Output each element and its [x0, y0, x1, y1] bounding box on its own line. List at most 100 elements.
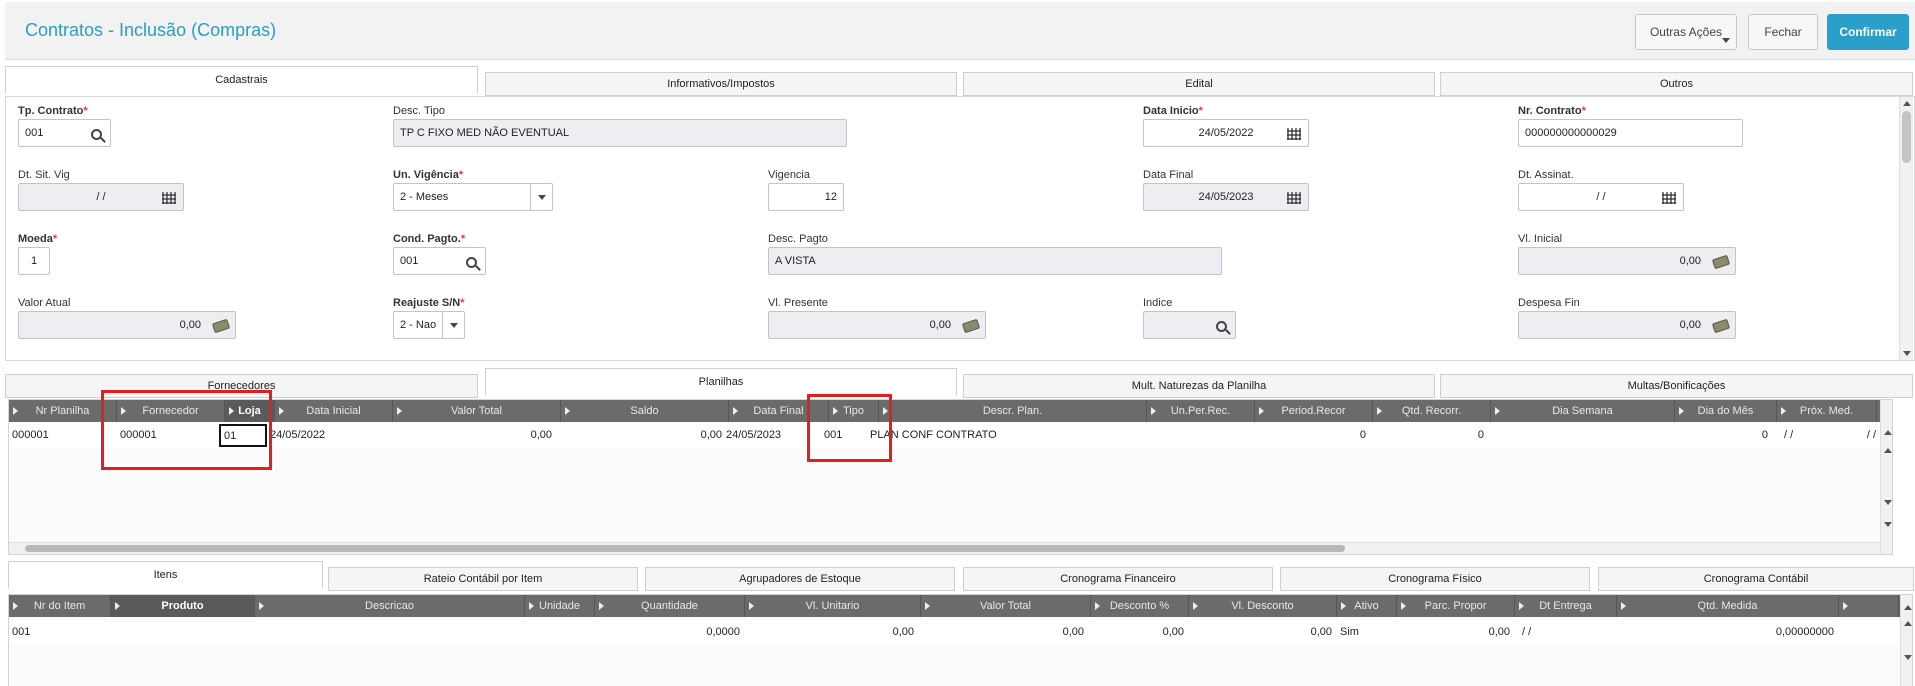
tab-planilhas[interactable]: Planilhas: [485, 368, 957, 396]
tab-itens[interactable]: Itens: [8, 561, 323, 589]
scroll-up-icon[interactable]: [1903, 101, 1911, 106]
itens-vscrollbar[interactable]: [1900, 595, 1912, 686]
scroll-up-icon[interactable]: [1884, 448, 1892, 453]
cell-produto[interactable]: [111, 619, 255, 645]
data-inicio-input[interactable]: 24/05/2022: [1143, 119, 1309, 147]
outras-acoes-button[interactable]: Outras Ações: [1635, 14, 1737, 50]
col-parc-propor[interactable]: Parc. Propor: [1397, 595, 1515, 617]
col-descr-plan[interactable]: Descr. Plan.: [879, 400, 1147, 422]
cell-parc-propor[interactable]: 0,00: [1397, 619, 1513, 645]
cell-qtd-medida[interactable]: 0,00000000: [1617, 619, 1837, 645]
col-dia-semana[interactable]: Dia Semana: [1491, 400, 1675, 422]
scroll-up-icon[interactable]: [1904, 621, 1912, 626]
col-valor-total[interactable]: Valor Total: [393, 400, 561, 422]
tab-informativos-impostos[interactable]: Informativos/Impostos: [485, 72, 957, 96]
col-ativo[interactable]: Ativo: [1337, 595, 1397, 617]
col-extra[interactable]: [1839, 595, 1899, 617]
tab-edital[interactable]: Edital: [963, 72, 1435, 96]
tab-agrupadores-estoque[interactable]: Agrupadores de Estoque: [645, 567, 955, 591]
col-vl-desconto[interactable]: Vl. Desconto: [1189, 595, 1337, 617]
tab-rateio-contabil[interactable]: Rateio Contábil por Item: [328, 567, 638, 591]
table-row[interactable]: 001 0,0000 0,00 0,00 0,00 0,00 Sim 0,00 …: [9, 619, 1912, 645]
chevron-down-icon[interactable]: [442, 312, 464, 338]
col-data-inicial[interactable]: Data Inicial: [275, 400, 393, 422]
search-icon[interactable]: [463, 254, 479, 270]
cell-un-per-rec[interactable]: [1147, 422, 1251, 448]
col-prox-med[interactable]: Próx. Med.: [1777, 400, 1877, 422]
cell-extra[interactable]: / /: [1829, 422, 1879, 448]
col-qtd-recorr[interactable]: Qtd. Recorr.: [1373, 400, 1491, 422]
tab-mult-naturezas[interactable]: Mult. Naturezas da Planilha: [963, 374, 1435, 398]
cell-period-recor[interactable]: 0: [1255, 422, 1369, 448]
table-row[interactable]: 000001 000001 01 24/05/2022 0,00 0,00 24…: [9, 422, 1892, 448]
calendar-icon[interactable]: [1286, 126, 1302, 142]
search-icon[interactable]: [1213, 318, 1229, 334]
cell-quantidade[interactable]: 0,0000: [595, 619, 743, 645]
calendar-icon[interactable]: [1286, 190, 1302, 206]
tab-cadastrais[interactable]: Cadastrais: [5, 66, 478, 94]
col-qtd-medida[interactable]: Qtd. Medida: [1617, 595, 1839, 617]
dt-assinat-input[interactable]: / /: [1518, 183, 1684, 211]
col-descricao[interactable]: Descricao: [255, 595, 525, 617]
col-un-per-rec[interactable]: Un.Per.Rec.: [1147, 400, 1255, 422]
scroll-up-icon[interactable]: [1904, 605, 1912, 610]
cell-saldo[interactable]: 0,00: [561, 422, 725, 448]
col-produto[interactable]: Produto: [111, 595, 255, 617]
cell-dt-entrega[interactable]: / /: [1519, 619, 1615, 645]
tab-cronograma-fisico[interactable]: Cronograma Físico: [1280, 567, 1590, 591]
moeda-input[interactable]: 1: [18, 247, 50, 275]
cell-descricao[interactable]: [255, 619, 525, 645]
nr-contrato-input[interactable]: 000000000000029: [1518, 119, 1743, 147]
tab-cronograma-financeiro[interactable]: Cronograma Financeiro: [963, 567, 1273, 591]
scroll-down-icon[interactable]: [1884, 500, 1892, 505]
confirmar-button[interactable]: Confirmar: [1827, 14, 1909, 50]
col-vl-unitario[interactable]: Vl. Unitario: [745, 595, 921, 617]
cond-pagto-input[interactable]: 001: [393, 247, 486, 275]
tab-outros[interactable]: Outros: [1440, 72, 1913, 96]
form-scrollbar[interactable]: [1899, 97, 1913, 360]
col-quantidade[interactable]: Quantidade: [595, 595, 745, 617]
money-icon[interactable]: [211, 318, 231, 334]
cell-descr-plan[interactable]: PLAN CONF CONTRATO: [867, 422, 1135, 448]
money-icon[interactable]: [1711, 254, 1731, 270]
vigencia-input[interactable]: 12: [768, 183, 844, 211]
tab-cronograma-contabil[interactable]: Cronograma Contábil: [1598, 567, 1914, 591]
scroll-down-icon[interactable]: [1903, 351, 1911, 356]
cell-vl-desconto[interactable]: 0,00: [1189, 619, 1335, 645]
chevron-down-icon[interactable]: [530, 184, 552, 210]
scroll-down-icon[interactable]: [1904, 655, 1912, 660]
un-vigencia-select[interactable]: 2 - Meses: [393, 183, 553, 211]
cell-data-inicial[interactable]: 24/05/2022: [267, 422, 385, 448]
cell-unidade[interactable]: [525, 619, 595, 645]
hscroll-thumb[interactable]: [25, 545, 1345, 552]
scroll-up-icon[interactable]: [1884, 430, 1892, 435]
planilhas-vscrollbar[interactable]: [1880, 400, 1892, 554]
money-icon[interactable]: [961, 318, 981, 334]
cell-nr-do-item[interactable]: 001: [9, 619, 109, 645]
calendar-icon[interactable]: [161, 190, 177, 206]
col-saldo[interactable]: Saldo: [561, 400, 729, 422]
planilhas-hscrollbar[interactable]: [9, 542, 1880, 554]
scroll-thumb[interactable]: [1902, 111, 1911, 163]
scroll-down-icon[interactable]: [1884, 522, 1892, 527]
tab-multas-bonificacoes[interactable]: Multas/Bonificações: [1440, 374, 1913, 398]
reajuste-select[interactable]: 2 - Nao: [393, 311, 465, 339]
col-unidade[interactable]: Unidade: [525, 595, 595, 617]
col-dt-entrega[interactable]: Dt Entrega: [1515, 595, 1617, 617]
cell-vl-unitario[interactable]: 0,00: [745, 619, 917, 645]
cell-qtd-recorr[interactable]: 0: [1373, 422, 1487, 448]
tp-contrato-input[interactable]: 001: [18, 119, 111, 147]
col-desconto-pct[interactable]: Desconto %: [1091, 595, 1189, 617]
cell-dia-semana[interactable]: [1491, 422, 1675, 448]
col-valor-total[interactable]: Valor Total: [921, 595, 1091, 617]
col-nr-do-item[interactable]: Nr do Item: [9, 595, 111, 617]
col-period-recor[interactable]: Period.Recor: [1255, 400, 1373, 422]
cell-prox-med[interactable]: / /: [1781, 422, 1821, 448]
cell-desconto-pct[interactable]: 0,00: [1091, 619, 1187, 645]
cell-ativo[interactable]: Sim: [1337, 619, 1397, 645]
cell-valor-total[interactable]: 0,00: [393, 422, 555, 448]
col-dia-do-mes[interactable]: Dia do Mês: [1675, 400, 1777, 422]
cell-dia-do-mes[interactable]: 0: [1675, 422, 1771, 448]
indice-input[interactable]: [1143, 311, 1236, 339]
search-icon[interactable]: [88, 126, 104, 142]
